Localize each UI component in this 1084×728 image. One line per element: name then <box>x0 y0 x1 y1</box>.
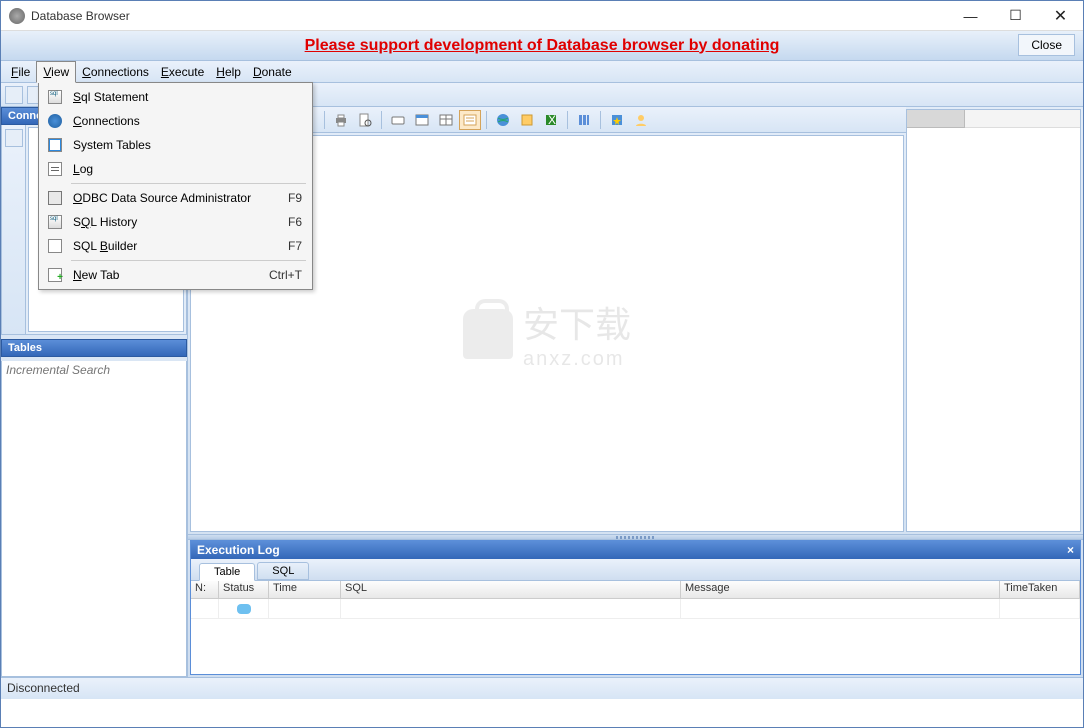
execlog-tabs: Table SQL <box>191 559 1080 581</box>
minimize-button[interactable]: — <box>948 1 993 30</box>
tb-export[interactable] <box>516 110 538 130</box>
tb-detail[interactable] <box>459 110 481 130</box>
side-grid-panel <box>906 109 1081 532</box>
col-sql[interactable]: SQL <box>341 581 681 598</box>
col-timetaken[interactable]: TimeTaken <box>1000 581 1080 598</box>
right-column: X 安下载 anxz.com <box>188 107 1083 677</box>
view-new-tab[interactable]: New TabCtrl+T <box>41 263 310 287</box>
grid-row[interactable] <box>191 599 1080 619</box>
watermark: 安下载 anxz.com <box>463 296 631 371</box>
title-bar: Database Browser — ☐ ✕ <box>1 1 1083 31</box>
toolbar-sql-button[interactable] <box>5 86 23 104</box>
separator <box>71 183 306 184</box>
view-dropdown: Sql Statement Connections System Tables … <box>38 82 313 290</box>
sql-icon <box>48 215 62 229</box>
view-sql-builder[interactable]: SQL BuilderF7 <box>41 234 310 258</box>
maximize-button[interactable]: ☐ <box>993 1 1038 30</box>
separator <box>71 260 306 261</box>
execlog-tab-sql[interactable]: SQL <box>257 562 309 580</box>
new-tab-icon <box>48 268 62 282</box>
tb-globe[interactable] <box>492 110 514 130</box>
view-log[interactable]: Log <box>41 157 310 181</box>
app-icon <box>9 8 25 24</box>
connections-toolbar <box>2 125 26 334</box>
donate-banner: Please support development of Database b… <box>1 31 1083 61</box>
svg-text:X: X <box>548 113 556 127</box>
execlog-close-icon[interactable]: × <box>1067 543 1074 557</box>
close-window-button[interactable]: ✕ <box>1038 1 1083 30</box>
status-bar: Disconnected <box>1 677 1083 699</box>
col-n[interactable]: N: <box>191 581 219 598</box>
donate-link[interactable]: Please support development of Database b… <box>305 37 780 55</box>
table-icon <box>48 138 62 152</box>
execlog-grid: N: Status Time SQL Message TimeTaken <box>191 581 1080 674</box>
col-status[interactable]: Status <box>219 581 269 598</box>
tb-grid[interactable] <box>435 110 457 130</box>
window-title: Database Browser <box>31 9 948 23</box>
status-bubble-icon <box>237 604 251 614</box>
view-sql-history[interactable]: SQL HistoryF6 <box>41 210 310 234</box>
tables-panel-header: Tables <box>1 339 187 357</box>
view-system-tables[interactable]: System Tables <box>41 133 310 157</box>
execlog-tab-table[interactable]: Table <box>199 563 255 581</box>
view-connections[interactable]: Connections <box>41 109 310 133</box>
menu-bar: File View Connections Execute Help Donat… <box>1 61 1083 83</box>
status-text: Disconnected <box>7 681 80 695</box>
globe-icon <box>48 114 62 128</box>
tb-print[interactable] <box>330 110 352 130</box>
menu-view[interactable]: View <box>36 61 76 83</box>
col-message[interactable]: Message <box>681 581 1000 598</box>
odbc-icon <box>48 191 62 205</box>
menu-help[interactable]: Help <box>210 62 247 82</box>
builder-icon <box>48 239 62 253</box>
col-time[interactable]: Time <box>269 581 341 598</box>
tb-columns[interactable] <box>573 110 595 130</box>
execlog-header: Execution Log × <box>191 541 1080 559</box>
tb-user[interactable] <box>630 110 652 130</box>
view-odbc[interactable]: ODBC Data Source AdministratorF9 <box>41 186 310 210</box>
menu-donate[interactable]: Donate <box>247 62 298 82</box>
menu-execute[interactable]: Execute <box>155 62 210 82</box>
tb-preview[interactable] <box>354 110 376 130</box>
log-icon <box>48 162 62 176</box>
tb-card[interactable] <box>387 110 409 130</box>
sql-icon <box>48 90 62 104</box>
tables-search-input[interactable] <box>2 361 186 379</box>
menu-connections[interactable]: Connections <box>76 62 155 82</box>
menu-file[interactable]: File <box>5 62 36 82</box>
execution-log-panel: Execution Log × Table SQL N: Status Time… <box>190 540 1081 675</box>
tb-form[interactable] <box>411 110 433 130</box>
tb-excel[interactable]: X <box>540 110 562 130</box>
tables-panel <box>1 361 187 677</box>
banner-close-button[interactable]: Close <box>1018 34 1075 56</box>
view-sql-statement[interactable]: Sql Statement <box>41 85 310 109</box>
tb-wizard[interactable] <box>606 110 628 130</box>
conn-tool-1[interactable] <box>5 129 23 147</box>
